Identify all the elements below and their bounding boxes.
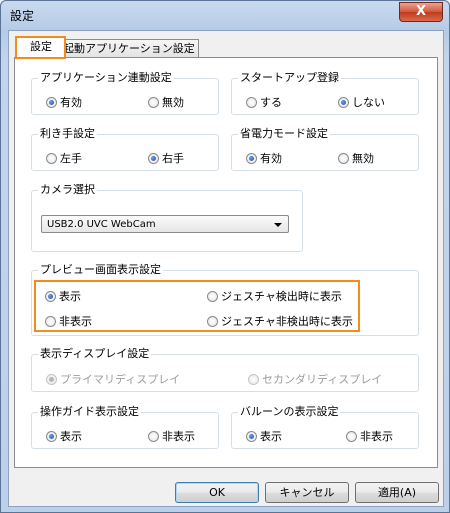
group-display: 表示ディスプレイ設定 プライマリディスプレイ セカンダリディスプレイ xyxy=(31,347,419,392)
radio-label: ジェスチャ検出時に表示 xyxy=(221,290,342,303)
radio-app-link-enable[interactable]: 有効 xyxy=(46,94,82,110)
radio-display-secondary[interactable]: セカンダリディスプレイ xyxy=(248,371,382,387)
radio-icon xyxy=(148,96,159,108)
radio-label: 表示 xyxy=(60,430,82,443)
radio-label: 左手 xyxy=(60,152,82,165)
radio-display-primary[interactable]: プライマリディスプレイ xyxy=(46,371,180,387)
radio-preview-on-gesture[interactable]: ジェスチャ検出時に表示 xyxy=(207,288,342,304)
radio-startup-no[interactable]: しない xyxy=(338,94,385,110)
apply-button[interactable]: 適用(A) xyxy=(355,482,439,503)
radio-label: する xyxy=(260,96,282,109)
settings-panel: アプリケーション連動設定 有効 無効 スタートアップ登録 する しない 利き手設… xyxy=(14,57,438,468)
camera-select[interactable]: USB2.0 UVC WebCam xyxy=(41,215,289,233)
radio-balloon-show[interactable]: 表示 xyxy=(246,428,282,444)
radio-left-hand[interactable]: 左手 xyxy=(46,150,82,166)
group-title: 操作ガイド表示設定 xyxy=(38,405,141,419)
radio-checked-icon xyxy=(46,96,57,108)
tab-label: 起動アプリケーション設定 xyxy=(63,42,195,55)
radio-checked-icon xyxy=(45,290,56,302)
radio-icon xyxy=(246,96,257,108)
radio-icon xyxy=(346,430,357,442)
radio-icon xyxy=(46,152,57,164)
group-startup: スタートアップ登録 する しない xyxy=(231,71,419,115)
radio-power-disable[interactable]: 無効 xyxy=(338,150,374,166)
group-title: 利き手設定 xyxy=(38,127,97,141)
tab-highlight-box xyxy=(15,36,66,59)
window-title: 設定 xyxy=(10,9,35,23)
group-title: カメラ選択 xyxy=(38,183,97,197)
radio-label: 非表示 xyxy=(162,430,195,443)
radio-startup-yes[interactable]: する xyxy=(246,94,282,110)
radio-label: プライマリディスプレイ xyxy=(60,373,181,386)
camera-select-value: USB2.0 UVC WebCam xyxy=(47,219,156,230)
close-icon: X xyxy=(415,4,427,19)
radio-right-hand[interactable]: 右手 xyxy=(148,150,184,166)
group-title: 省電力モード設定 xyxy=(238,127,330,141)
group-title: アプリケーション連動設定 xyxy=(38,71,174,85)
radio-icon xyxy=(338,152,349,164)
group-app-link: アプリケーション連動設定 有効 無効 xyxy=(31,71,219,115)
radio-checked-icon xyxy=(338,96,349,108)
radio-icon xyxy=(45,315,56,327)
radio-preview-show[interactable]: 表示 xyxy=(45,288,81,304)
radio-label: 表示 xyxy=(59,290,81,303)
group-title: 表示ディスプレイ設定 xyxy=(38,347,152,361)
group-title: バルーンの表示設定 xyxy=(238,405,341,419)
radio-preview-on-no-gesture[interactable]: ジェスチャ非検出時に表示 xyxy=(207,313,353,329)
radio-balloon-hide[interactable]: 非表示 xyxy=(346,428,393,444)
dialog-client: 設定 起動アプリケーション設定 アプリケーション連動設定 有効 無効 スタートア… xyxy=(8,30,444,507)
ok-button[interactable]: OK xyxy=(175,482,259,503)
tab-startup-apps[interactable]: 起動アプリケーション設定 xyxy=(59,39,199,57)
radio-guide-hide[interactable]: 非表示 xyxy=(148,428,195,444)
radio-label: 無効 xyxy=(162,96,184,109)
group-title: スタートアップ登録 xyxy=(238,71,341,85)
group-power-save: 省電力モード設定 有効 無効 xyxy=(231,127,419,171)
radio-label: 表示 xyxy=(260,430,282,443)
group-guide: 操作ガイド表示設定 表示 非表示 xyxy=(31,405,219,449)
radio-checked-icon xyxy=(246,152,257,164)
settings-window: 設定 X 設定 起動アプリケーション設定 アプリケーション連動設定 有効 無効 xyxy=(0,0,450,513)
radio-preview-hide[interactable]: 非表示 xyxy=(45,313,92,329)
radio-checked-icon xyxy=(46,373,57,385)
radio-power-enable[interactable]: 有効 xyxy=(246,150,282,166)
group-camera: カメラ選択 USB2.0 UVC WebCam xyxy=(31,183,303,252)
radio-icon xyxy=(148,430,159,442)
radio-label: 無効 xyxy=(352,152,374,165)
radio-label: しない xyxy=(352,96,385,109)
radio-checked-icon xyxy=(148,152,159,164)
radio-guide-show[interactable]: 表示 xyxy=(46,428,82,444)
radio-icon xyxy=(248,373,259,385)
chevron-down-icon xyxy=(274,223,282,227)
radio-label: 非表示 xyxy=(360,430,393,443)
radio-icon xyxy=(207,315,218,327)
radio-checked-icon xyxy=(246,430,257,442)
radio-checked-icon xyxy=(46,430,57,442)
radio-label: ジェスチャ非検出時に表示 xyxy=(221,315,353,328)
radio-icon xyxy=(207,290,218,302)
group-title: プレビュー画面表示設定 xyxy=(38,263,163,277)
radio-label: 非表示 xyxy=(59,315,92,328)
radio-label: 有効 xyxy=(260,152,282,165)
close-button[interactable]: X xyxy=(399,2,443,22)
radio-label: 有効 xyxy=(60,96,82,109)
radio-label: セカンダリディスプレイ xyxy=(262,373,383,386)
radio-app-link-disable[interactable]: 無効 xyxy=(148,94,184,110)
radio-label: 右手 xyxy=(162,152,184,165)
cancel-button[interactable]: キャンセル xyxy=(265,482,349,503)
group-handedness: 利き手設定 左手 右手 xyxy=(31,127,219,171)
group-balloon: バルーンの表示設定 表示 非表示 xyxy=(231,405,419,449)
